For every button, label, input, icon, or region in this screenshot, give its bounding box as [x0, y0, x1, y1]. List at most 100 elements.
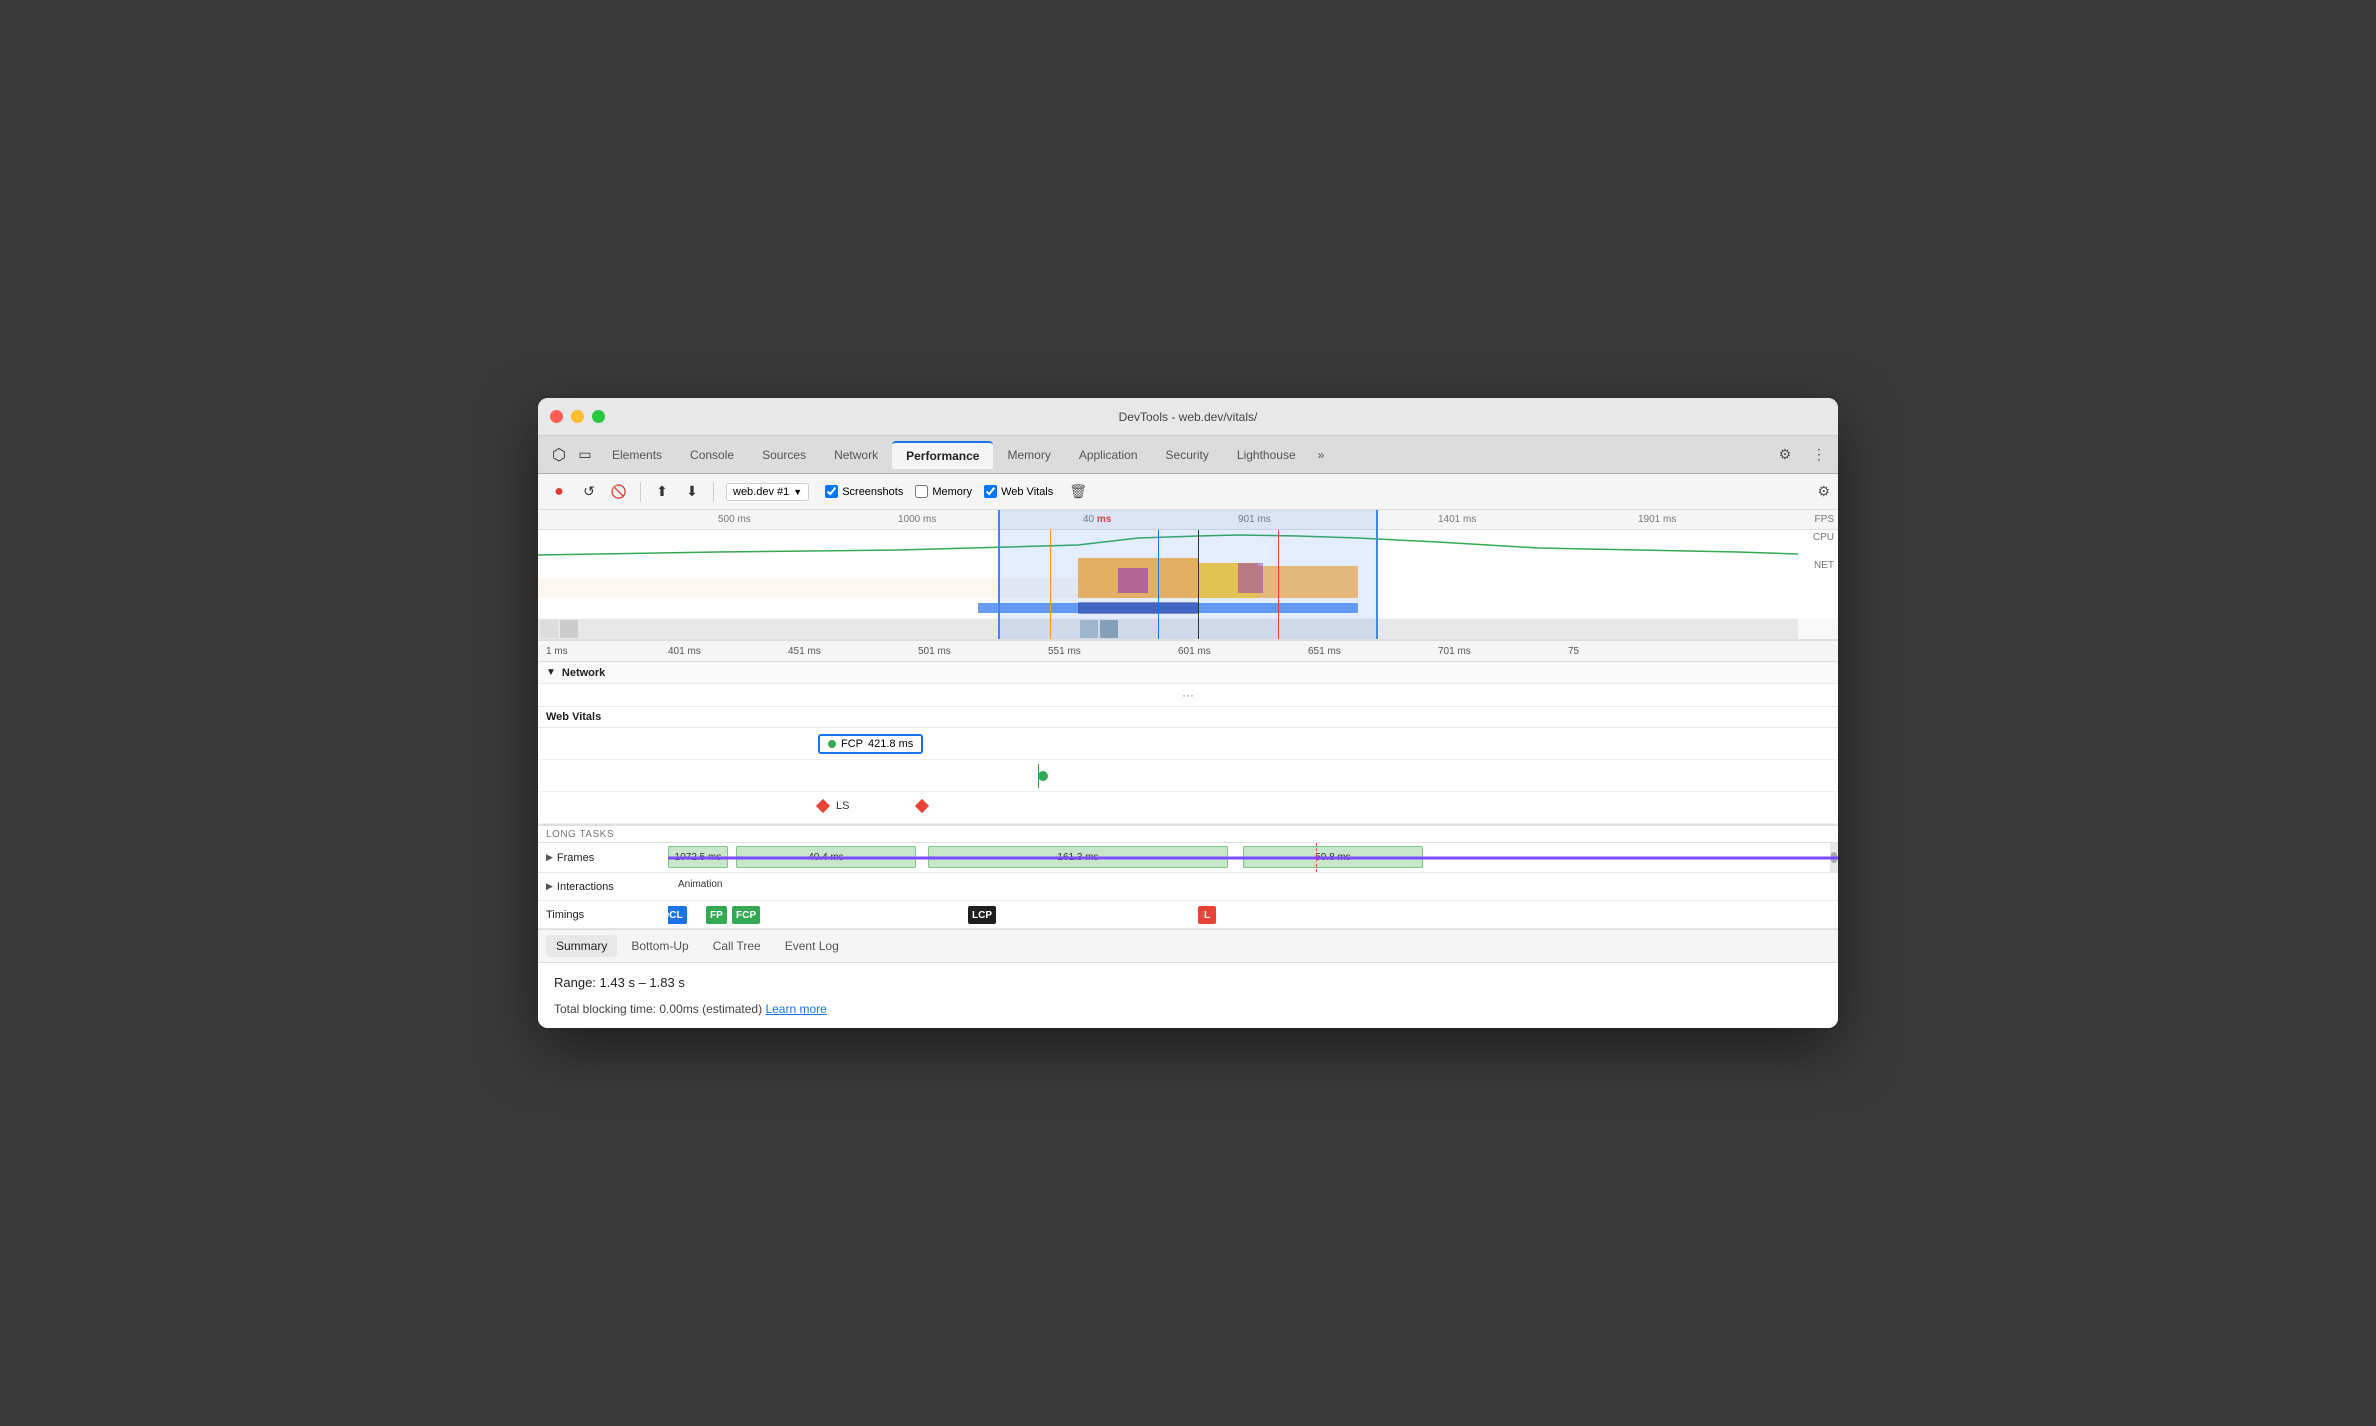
blue-marker-1	[1158, 530, 1159, 639]
tabs-actions: ⚙ ⋮	[1774, 444, 1830, 466]
fps-label: FPS	[1815, 514, 1834, 525]
window-title: DevTools - web.dev/vitals/	[1119, 410, 1258, 424]
traffic-lights	[550, 410, 605, 423]
titlebar: DevTools - web.dev/vitals/	[538, 398, 1838, 436]
fcp-green-dot	[828, 740, 836, 748]
screenshots-checkbox-label[interactable]: Screenshots	[825, 485, 903, 498]
device-icon[interactable]: ▭	[572, 442, 598, 468]
collapse-indicator[interactable]: ···	[538, 684, 1838, 707]
download-button[interactable]: ⬇	[679, 479, 705, 505]
memory-checkbox-label[interactable]: Memory	[915, 485, 972, 498]
tab-bottom-up[interactable]: Bottom-Up	[621, 935, 698, 957]
tab-summary[interactable]: Summary	[546, 935, 617, 957]
upload-button[interactable]: ⬆	[649, 479, 675, 505]
tab-elements[interactable]: Elements	[598, 442, 676, 468]
ls-diamond-1	[816, 799, 830, 813]
network-section-label: Network	[562, 667, 605, 679]
orange-marker	[1050, 530, 1051, 639]
ls-container: LS	[818, 800, 927, 812]
tab-call-tree[interactable]: Call Tree	[703, 935, 771, 957]
tab-lighthouse[interactable]: Lighthouse	[1223, 442, 1310, 468]
interactions-content: Animation	[668, 873, 1838, 900]
red-marker	[1278, 530, 1279, 639]
timeline-overview[interactable]: 500 ms 1000 ms 40 ms 901 ms 1401 ms 1901…	[538, 510, 1838, 640]
range-label: Range:	[554, 975, 596, 990]
timeline-container: 500 ms 1000 ms 40 ms 901 ms 1401 ms 1901…	[538, 510, 1838, 1028]
close-button[interactable]	[550, 410, 563, 423]
clear-button[interactable]: 🚫	[606, 479, 632, 505]
timing-dcl[interactable]: DCL	[668, 906, 687, 924]
tabs-bar: ⬡ ▭ Elements Console Sources Network Per…	[538, 436, 1838, 474]
screenshots-label: Screenshots	[842, 486, 903, 498]
tabs-more-button[interactable]: »	[1310, 442, 1333, 468]
web-vitals-checkbox-label[interactable]: Web Vitals	[984, 485, 1053, 498]
tab-console[interactable]: Console	[676, 442, 748, 468]
detail-ruler: 1 ms 401 ms 451 ms 501 ms 551 ms 601 ms …	[538, 640, 1838, 662]
web-vitals-label: Web Vitals	[1001, 486, 1053, 498]
memory-checkbox[interactable]	[915, 485, 928, 498]
session-selector[interactable]: web.dev #1 ▼	[726, 483, 809, 501]
more-options-icon[interactable]: ⋮	[1808, 444, 1830, 466]
learn-more-link[interactable]: Learn more	[765, 1002, 826, 1016]
web-vitals-title: Web Vitals	[538, 707, 1838, 728]
ruler-label-500: 500 ms	[718, 514, 751, 525]
capture-settings-button[interactable]: ⚙	[1817, 483, 1830, 500]
separator-1	[640, 482, 641, 502]
web-vitals-checkbox[interactable]	[984, 485, 997, 498]
frames-label: ▶ Frames	[538, 852, 668, 864]
lcp-row	[538, 760, 1838, 792]
ruler-detail-401ms: 401 ms	[668, 646, 701, 657]
delete-recording-button[interactable]: 🗑	[1069, 483, 1087, 500]
ruler-label-1901: 1901 ms	[1638, 514, 1676, 525]
summary-range: Range: 1.43 s – 1.83 s	[554, 975, 1822, 990]
filter-group: Screenshots Memory Web Vitals 🗑	[825, 483, 1087, 500]
ls-label: LS	[836, 800, 849, 812]
timings-label: Timings	[538, 909, 668, 921]
timeline-selection[interactable]	[998, 510, 1378, 639]
devtools-window: DevTools - web.dev/vitals/ ⬡ ▭ Elements …	[538, 398, 1838, 1028]
long-tasks-label: LONG TASKS	[546, 829, 614, 840]
timings-text: Timings	[546, 909, 584, 921]
tab-performance[interactable]: Performance	[892, 441, 993, 469]
interactions-arrow-icon: ▶	[546, 881, 553, 892]
tab-event-log[interactable]: Event Log	[775, 935, 849, 957]
tab-sources[interactable]: Sources	[748, 442, 820, 468]
timing-l[interactable]: L	[1198, 906, 1216, 924]
screenshots-checkbox[interactable]	[825, 485, 838, 498]
net-label: NET	[1814, 560, 1834, 571]
ruler-detail-551ms: 551 ms	[1048, 646, 1081, 657]
settings-icon[interactable]: ⚙	[1774, 444, 1796, 466]
fcp-value: 421.8 ms	[868, 738, 913, 750]
lcp-line	[1038, 764, 1039, 788]
lcp-dot	[1038, 771, 1048, 781]
interactions-purple-bar	[668, 856, 1838, 859]
fcp-label: FCP	[841, 738, 863, 750]
ruler-detail-1ms: 1 ms	[546, 646, 568, 657]
maximize-button[interactable]	[592, 410, 605, 423]
ruler-detail-451ms: 451 ms	[788, 646, 821, 657]
ruler-detail-651ms: 651 ms	[1308, 646, 1341, 657]
interactions-row: ▶ Interactions Animation	[538, 873, 1838, 901]
tab-application[interactable]: Application	[1065, 442, 1152, 468]
interactions-label: ▶ Interactions	[538, 881, 668, 893]
summary-panel: Range: 1.43 s – 1.83 s Total blocking ti…	[538, 963, 1838, 1028]
timing-lcp[interactable]: LCP	[968, 906, 996, 924]
timing-fp[interactable]: FP	[706, 906, 727, 924]
tab-network[interactable]: Network	[820, 442, 892, 468]
network-arrow-icon: ▼	[546, 667, 556, 678]
fcp-marker: FCP 421.8 ms	[818, 734, 923, 754]
tbt-label: Total blocking time: 0.00ms (estimated)	[554, 1002, 762, 1016]
frames-row[interactable]: ▶ Frames 1072.5 ms 40.4 ms 161.3 ms 59.8…	[538, 843, 1838, 873]
timing-fcp[interactable]: FCP	[732, 906, 760, 924]
record-button[interactable]: ●	[546, 479, 572, 505]
memory-label: Memory	[932, 486, 972, 498]
bottom-tabs: Summary Bottom-Up Call Tree Event Log	[538, 929, 1838, 963]
tab-memory[interactable]: Memory	[993, 442, 1064, 468]
reload-record-button[interactable]: ↺	[576, 479, 602, 505]
inspect-icon[interactable]: ⬡	[546, 442, 572, 468]
minimize-button[interactable]	[571, 410, 584, 423]
tab-security[interactable]: Security	[1152, 442, 1223, 468]
network-section-header[interactable]: ▼ Network	[538, 662, 1838, 684]
summary-tbt: Total blocking time: 0.00ms (estimated) …	[554, 1002, 1822, 1016]
range-value: 1.43 s – 1.83 s	[600, 975, 685, 990]
